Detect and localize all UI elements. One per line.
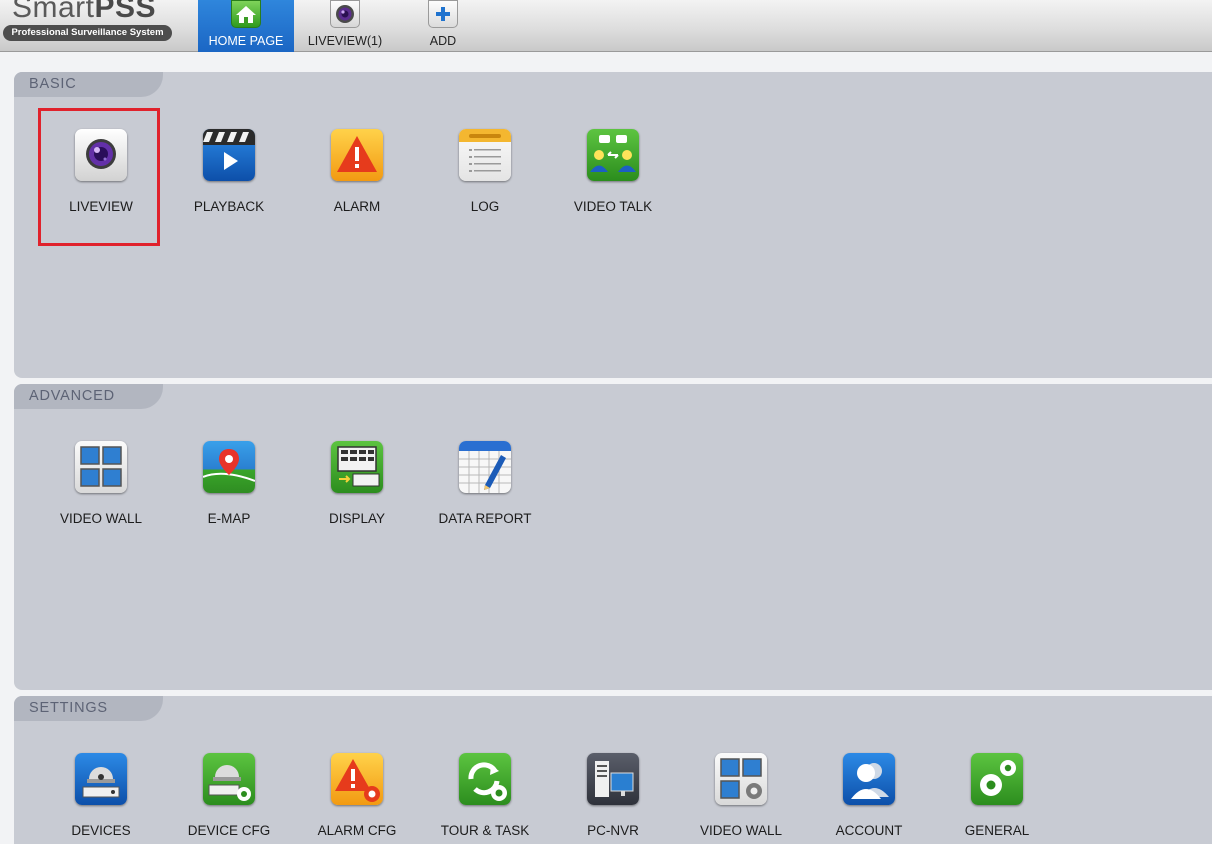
tile-label: VIDEO TALK [573, 199, 653, 214]
pc-nvr-icon [587, 753, 639, 805]
camera-lens-icon [330, 0, 360, 28]
section-title-settings: SETTINGS [14, 696, 163, 721]
tab-label: ADD [429, 34, 457, 48]
gears-icon [971, 753, 1023, 805]
tile-label: TOUR & TASK [440, 823, 530, 838]
map-pin-icon [203, 441, 255, 493]
tile-label: ACCOUNT [835, 823, 903, 838]
tab-label: HOME PAGE [208, 34, 284, 48]
tile-devices[interactable]: DEVICES [37, 753, 165, 844]
liveview-highlight-box [38, 108, 160, 246]
tile-label: VIDEO WALL [699, 823, 783, 838]
tile-label: PLAYBACK [193, 199, 265, 214]
tile-data-report[interactable]: DATA REPORT [421, 441, 549, 551]
user-account-icon [843, 753, 895, 805]
tile-label: ALARM CFG [317, 823, 397, 838]
screen-grid-icon [75, 441, 127, 493]
notepad-icon [459, 129, 511, 181]
tile-display[interactable]: DISPLAY [293, 441, 421, 551]
tile-alarm[interactable]: ALARM [293, 129, 421, 239]
tile-alarm-cfg[interactable]: ALARM CFG [293, 753, 421, 844]
logo-title: SmartPSS [12, 0, 157, 24]
dome-camera-icon [75, 753, 127, 805]
tile-label: LOG [470, 199, 500, 214]
tile-log[interactable]: LOG [421, 129, 549, 239]
tile-label: DEVICES [71, 823, 131, 838]
tile-label: ALARM [333, 199, 381, 214]
tile-general[interactable]: GENERAL [933, 753, 1061, 844]
tile-label: DATA REPORT [438, 511, 532, 526]
section-title-advanced: ADVANCED [14, 384, 163, 409]
tab-home-page[interactable]: HOME PAGE [198, 0, 294, 52]
tab-add[interactable]: ADD [395, 0, 491, 52]
logo-tagline: Professional Surveillance System [3, 25, 172, 41]
tile-label: DEVICE CFG [187, 823, 271, 838]
spreadsheet-pencil-icon [459, 441, 511, 493]
clapperboard-play-icon [203, 129, 255, 181]
tile-device-cfg[interactable]: DEVICE CFG [165, 753, 293, 844]
app-logo: SmartPSS Professional Surveillance Syste… [0, 0, 180, 52]
warning-gear-icon [331, 753, 383, 805]
tile-account[interactable]: ACCOUNT [805, 753, 933, 844]
display-matrix-icon [331, 441, 383, 493]
section-title-basic: BASIC [14, 72, 163, 97]
tile-pc-nvr[interactable]: PC-NVR [549, 753, 677, 844]
tile-video-wall-settings[interactable]: VIDEO WALL [677, 753, 805, 844]
refresh-gear-icon [459, 753, 511, 805]
tile-tour-task[interactable]: TOUR & TASK [421, 753, 549, 844]
tile-e-map[interactable]: E-MAP [165, 441, 293, 551]
plus-icon [428, 0, 458, 28]
tile-label: DISPLAY [328, 511, 386, 526]
tab-label: LIVEVIEW(1) [307, 34, 383, 48]
tile-playback[interactable]: PLAYBACK [165, 129, 293, 239]
dome-camera-gear-icon [203, 753, 255, 805]
tile-video-wall[interactable]: VIDEO WALL [37, 441, 165, 551]
tile-label: E-MAP [207, 511, 251, 526]
tile-video-talk[interactable]: VIDEO TALK [549, 129, 677, 239]
tile-label: GENERAL [964, 823, 1030, 838]
warning-triangle-icon [331, 129, 383, 181]
top-bar: SmartPSS Professional Surveillance Syste… [0, 0, 1212, 52]
tab-liveview[interactable]: LIVEVIEW(1) [297, 0, 393, 52]
screen-grid-gear-icon [715, 753, 767, 805]
people-chat-icon [587, 129, 639, 181]
tile-label: PC-NVR [587, 823, 639, 838]
tile-label: VIDEO WALL [59, 511, 143, 526]
home-icon [231, 0, 261, 28]
